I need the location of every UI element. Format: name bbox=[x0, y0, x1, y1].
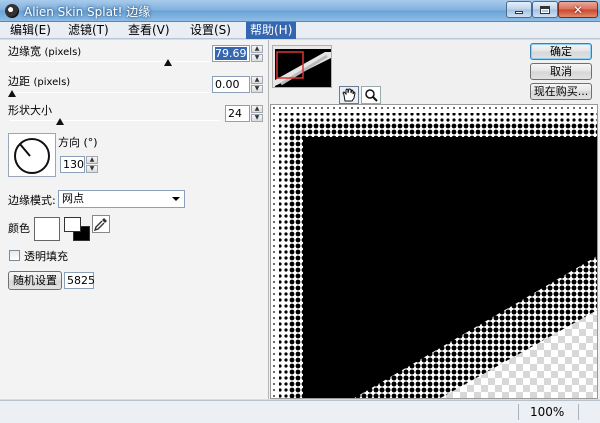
spin-down-icon[interactable]: ▼ bbox=[251, 114, 263, 122]
edge-width-input[interactable]: 79.69 bbox=[212, 45, 250, 62]
status-separator bbox=[578, 404, 579, 420]
color-label: 颜色 bbox=[8, 222, 30, 235]
edge-distance-spinner[interactable]: ▲ ▼ bbox=[251, 76, 263, 93]
spin-down-icon[interactable]: ▼ bbox=[251, 54, 263, 62]
status-bar: 100% bbox=[0, 400, 600, 423]
transparent-fill-label: 透明填充 bbox=[24, 250, 68, 263]
menu-bar: 编辑(E) 滤镜(T) 查看(V) 设置(S) 帮助(H) bbox=[0, 22, 600, 39]
direction-dial[interactable] bbox=[8, 133, 56, 177]
maximize-icon bbox=[540, 5, 550, 14]
menu-view[interactable]: 查看(V) bbox=[124, 22, 174, 39]
minimize-icon bbox=[515, 11, 523, 14]
menu-help[interactable]: 帮助(H) bbox=[246, 22, 297, 39]
magnifier-icon bbox=[365, 89, 378, 102]
spin-up-icon[interactable]: ▲ bbox=[251, 45, 263, 53]
title-bar[interactable]: Alien Skin Splat! 边缘 ✕ bbox=[0, 0, 600, 22]
edge-width-track[interactable] bbox=[10, 61, 210, 62]
eyedropper-button[interactable] bbox=[92, 215, 110, 233]
direction-spinner[interactable]: ▲ ▼ bbox=[86, 156, 98, 173]
zoom-level: 100% bbox=[530, 405, 565, 419]
cancel-button[interactable]: 取消 bbox=[530, 63, 592, 80]
shape-size-input[interactable]: 24 bbox=[225, 105, 250, 122]
hand-tool-button[interactable] bbox=[339, 86, 359, 104]
edge-mode-label: 边缘模式: bbox=[8, 194, 56, 207]
preview-canvas bbox=[271, 105, 597, 398]
direction-label-text: 方向 bbox=[58, 136, 80, 149]
chevron-down-icon bbox=[172, 197, 180, 201]
navigator-thumbnail[interactable] bbox=[272, 45, 332, 88]
navigator-preview bbox=[275, 49, 331, 87]
transparent-fill-checkbox[interactable] bbox=[9, 250, 20, 261]
shape-size-label: 形状大小 bbox=[8, 104, 52, 117]
status-separator bbox=[518, 404, 519, 420]
edge-width-label-text: 边缘宽 bbox=[8, 45, 41, 58]
edge-distance-track[interactable] bbox=[10, 92, 210, 93]
eyedropper-icon bbox=[93, 218, 107, 232]
color-swatch[interactable] bbox=[34, 217, 60, 241]
edge-width-unit: (pixels) bbox=[44, 47, 82, 58]
edge-distance-label: 边距 (pixels) bbox=[8, 73, 70, 89]
edge-distance-input[interactable]: 0.00 bbox=[212, 76, 250, 93]
menu-settings[interactable]: 设置(S) bbox=[186, 22, 235, 39]
edge-distance-label-text: 边距 bbox=[8, 75, 30, 88]
menu-edit[interactable]: 编辑(E) bbox=[6, 22, 55, 39]
minimize-button[interactable] bbox=[506, 1, 532, 18]
zoom-tool-button[interactable] bbox=[361, 86, 381, 104]
shape-size-slider-thumb[interactable] bbox=[56, 118, 64, 125]
dial-circle bbox=[14, 138, 50, 174]
close-icon: ✕ bbox=[572, 2, 584, 17]
direction-label: 方向 (°) bbox=[58, 134, 98, 150]
menu-filter[interactable]: 滤镜(T) bbox=[64, 22, 113, 39]
hand-icon bbox=[342, 88, 356, 102]
edge-width-value: 79.69 bbox=[215, 47, 247, 60]
edge-width-slider-thumb[interactable] bbox=[164, 59, 172, 66]
edge-distance-unit: (pixels) bbox=[33, 77, 71, 88]
spin-up-icon[interactable]: ▲ bbox=[86, 156, 98, 164]
ok-button[interactable]: 确定 bbox=[530, 43, 592, 60]
effect-preview[interactable] bbox=[270, 104, 598, 399]
fg-bg-swatch[interactable] bbox=[64, 217, 90, 241]
random-seed-input[interactable]: 5825 bbox=[64, 272, 95, 289]
window-title: Alien Skin Splat! 边缘 bbox=[24, 5, 151, 19]
settings-panel: 边缘宽 (pixels) 79.69 ▲ ▼ 边距 (pixels) 0.00 ▲… bbox=[0, 40, 268, 399]
foreground-swatch[interactable] bbox=[64, 217, 81, 232]
direction-unit: (°) bbox=[83, 136, 98, 149]
shape-size-track[interactable] bbox=[10, 120, 220, 121]
edge-mode-select[interactable]: 网点 bbox=[58, 190, 185, 208]
direction-input[interactable]: 130 bbox=[60, 156, 85, 173]
buy-now-button[interactable]: 现在购买... bbox=[530, 83, 592, 100]
edge-distance-slider-thumb[interactable] bbox=[8, 90, 16, 97]
random-settings-button[interactable]: 随机设置 bbox=[8, 271, 62, 290]
spin-up-icon[interactable]: ▲ bbox=[251, 105, 263, 113]
spin-up-icon[interactable]: ▲ bbox=[251, 76, 263, 84]
close-button[interactable]: ✕ bbox=[558, 1, 598, 18]
app-icon bbox=[5, 4, 19, 18]
spin-down-icon[interactable]: ▼ bbox=[86, 165, 98, 173]
edge-width-spinner[interactable]: ▲ ▼ bbox=[251, 45, 263, 62]
edge-mode-value: 网点 bbox=[62, 192, 84, 205]
shape-size-spinner[interactable]: ▲ ▼ bbox=[251, 105, 263, 122]
spin-down-icon[interactable]: ▼ bbox=[251, 85, 263, 93]
maximize-button[interactable] bbox=[532, 1, 558, 18]
edge-width-label: 边缘宽 (pixels) bbox=[8, 43, 81, 59]
